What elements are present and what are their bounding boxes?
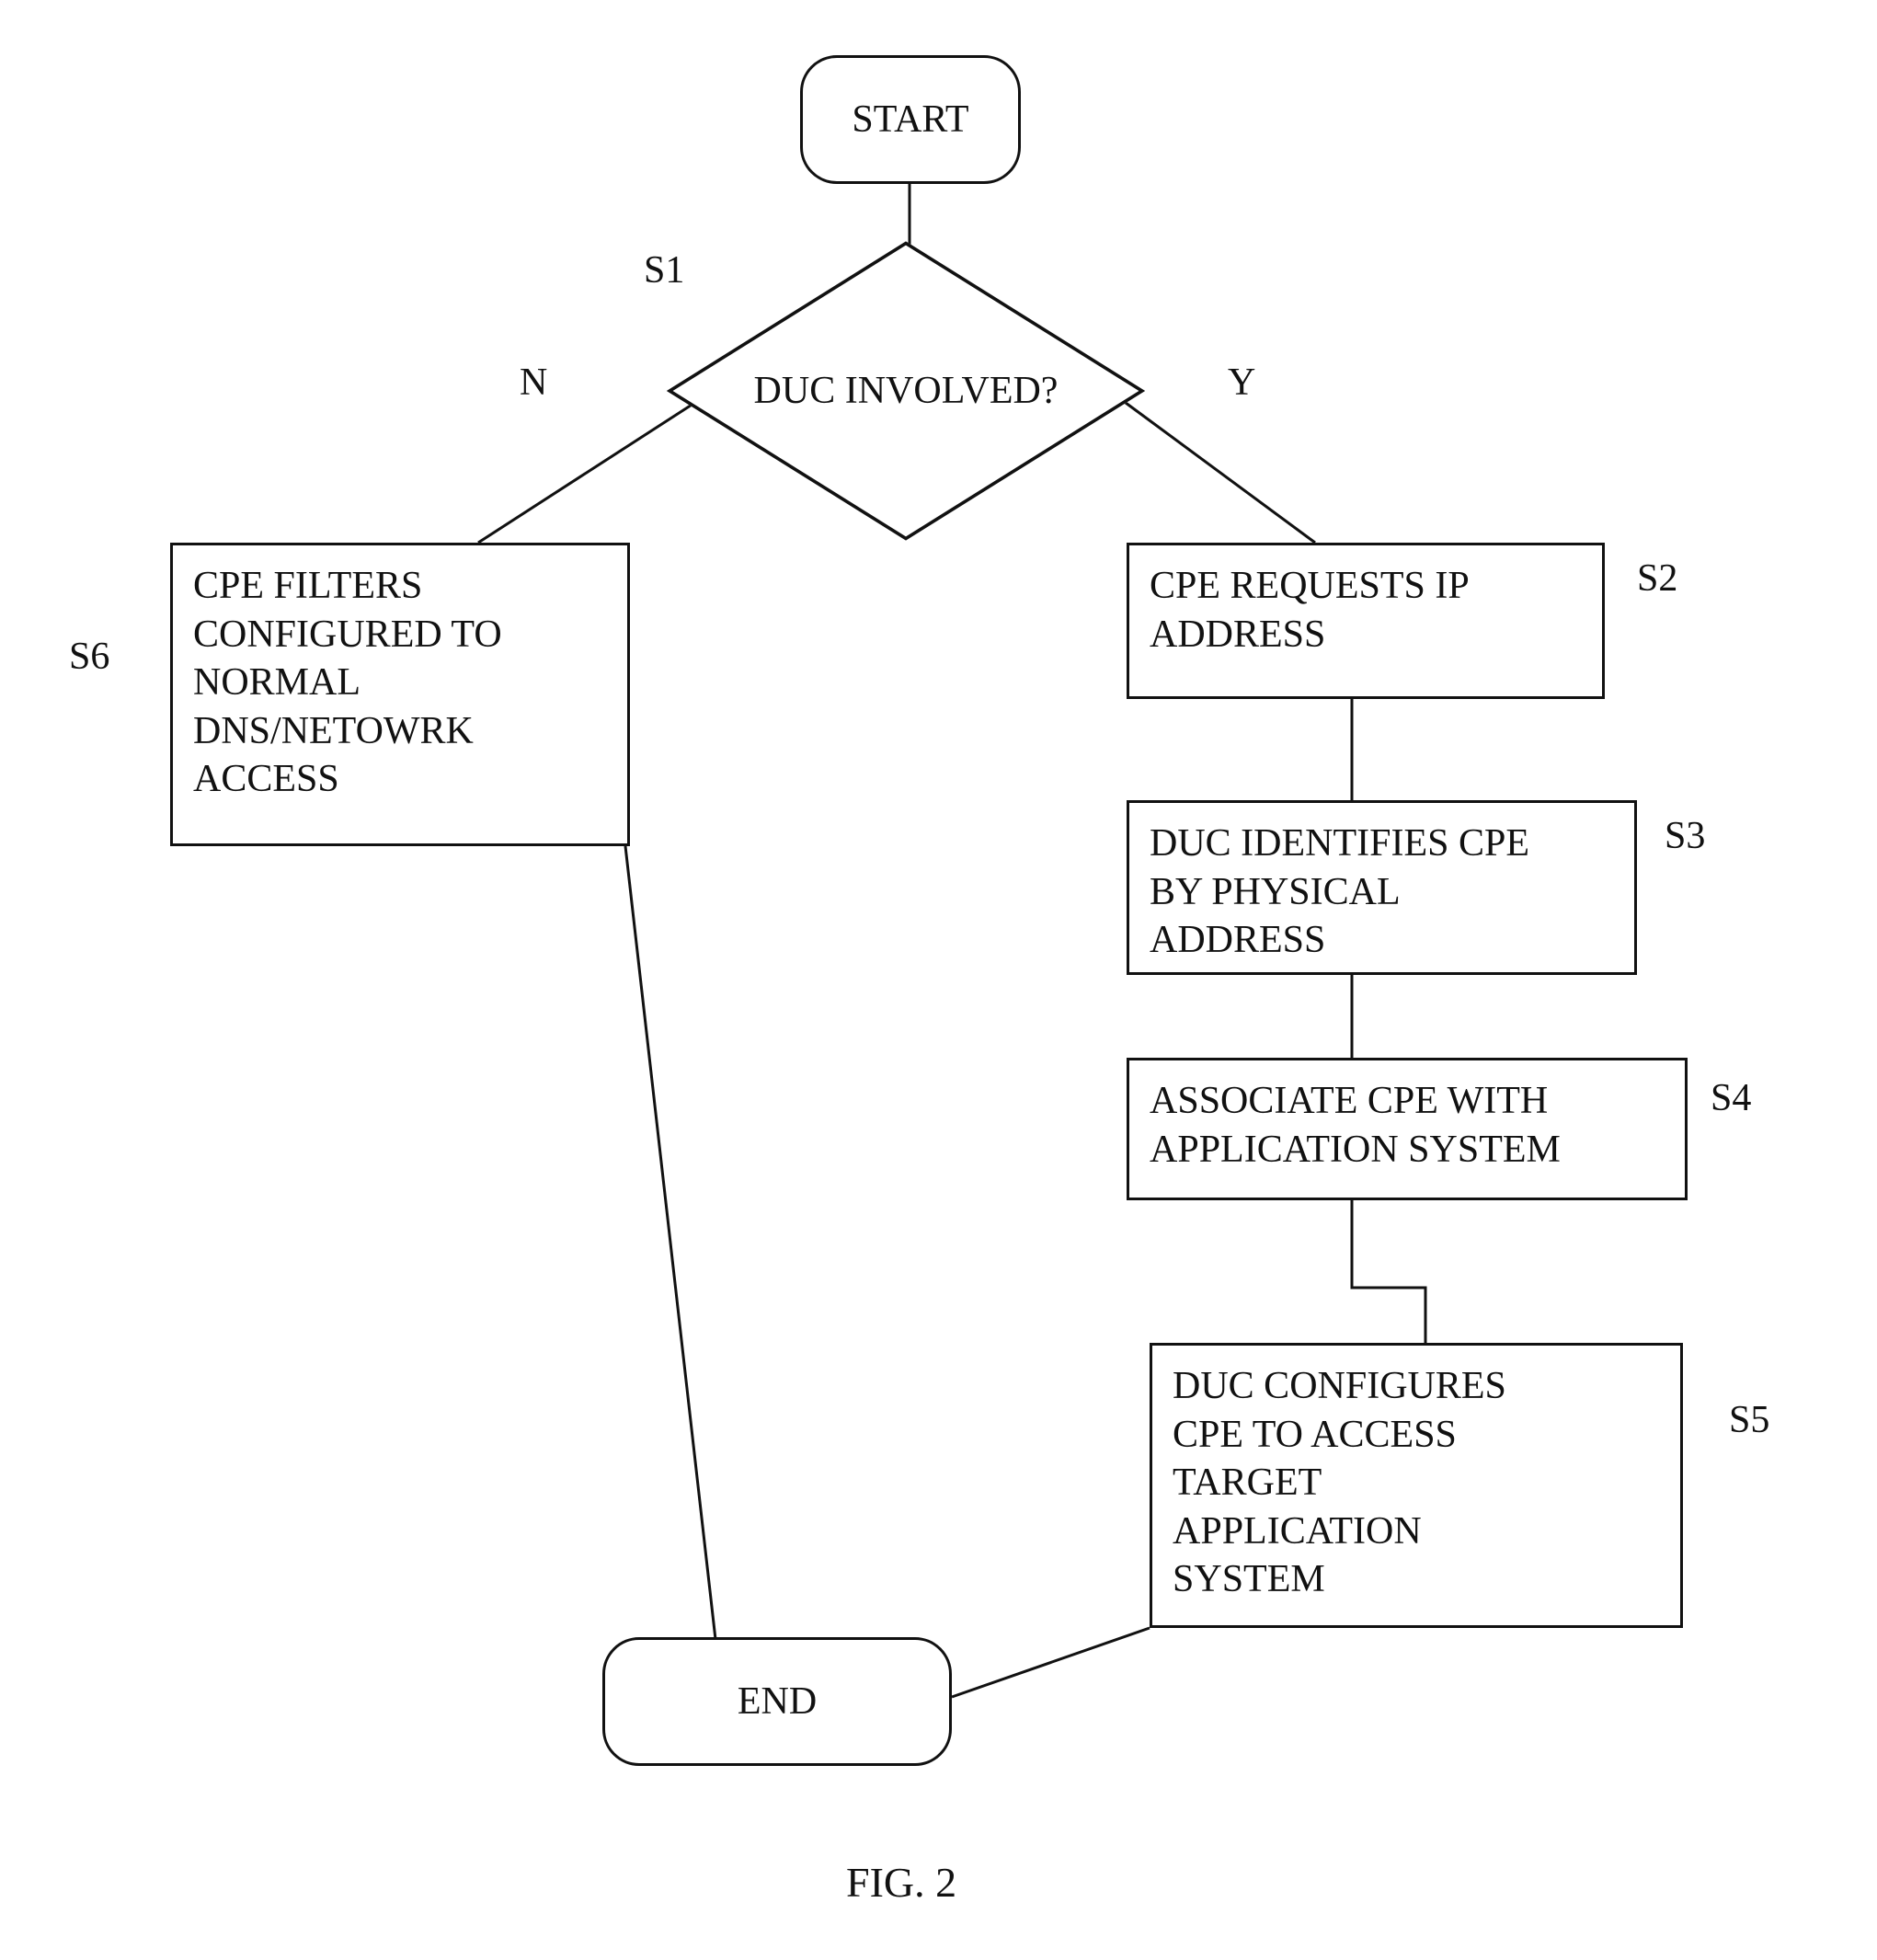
- end-label: END: [738, 1678, 817, 1726]
- figure-caption: FIG. 2: [846, 1858, 956, 1907]
- step-label-s2: S2: [1637, 556, 1677, 601]
- branch-yes-label: Y: [1228, 361, 1255, 405]
- process-s2: CPE REQUESTS IP ADDRESS: [1127, 543, 1605, 699]
- decision-text: DUC INVOLVED?: [754, 369, 1059, 413]
- process-s5-text: DUC CONFIGURES CPE TO ACCESS TARGET APPL…: [1173, 1362, 1660, 1604]
- process-s5: DUC CONFIGURES CPE TO ACCESS TARGET APPL…: [1150, 1343, 1683, 1628]
- process-s2-text: CPE REQUESTS IP ADDRESS: [1150, 562, 1582, 659]
- process-s3: DUC IDENTIFIES CPE BY PHYSICAL ADDRESS: [1127, 800, 1637, 975]
- step-label-s6: S6: [69, 635, 109, 679]
- start-label: START: [852, 96, 968, 144]
- process-s4: ASSOCIATE CPE WITH APPLICATION SYSTEM: [1127, 1058, 1688, 1200]
- step-label-s5: S5: [1729, 1398, 1769, 1442]
- start-terminator: START: [800, 55, 1021, 184]
- end-terminator: END: [602, 1637, 952, 1766]
- step-label-s1: S1: [644, 248, 684, 292]
- process-s4-text: ASSOCIATE CPE WITH APPLICATION SYSTEM: [1150, 1077, 1665, 1174]
- flowchart-canvas: START S1 DUC INVOLVED? N Y S6 CPE FILTER…: [0, 0, 1877, 1960]
- process-s6: CPE FILTERS CONFIGURED TO NORMAL DNS/NET…: [170, 543, 630, 846]
- process-s6-text: CPE FILTERS CONFIGURED TO NORMAL DNS/NET…: [193, 562, 607, 804]
- process-s3-text: DUC IDENTIFIES CPE BY PHYSICAL ADDRESS: [1150, 820, 1614, 965]
- step-label-s4: S4: [1711, 1076, 1751, 1120]
- step-label-s3: S3: [1665, 814, 1705, 858]
- decision-duc-involved: DUC INVOLVED?: [763, 294, 1048, 487]
- branch-no-label: N: [520, 361, 547, 405]
